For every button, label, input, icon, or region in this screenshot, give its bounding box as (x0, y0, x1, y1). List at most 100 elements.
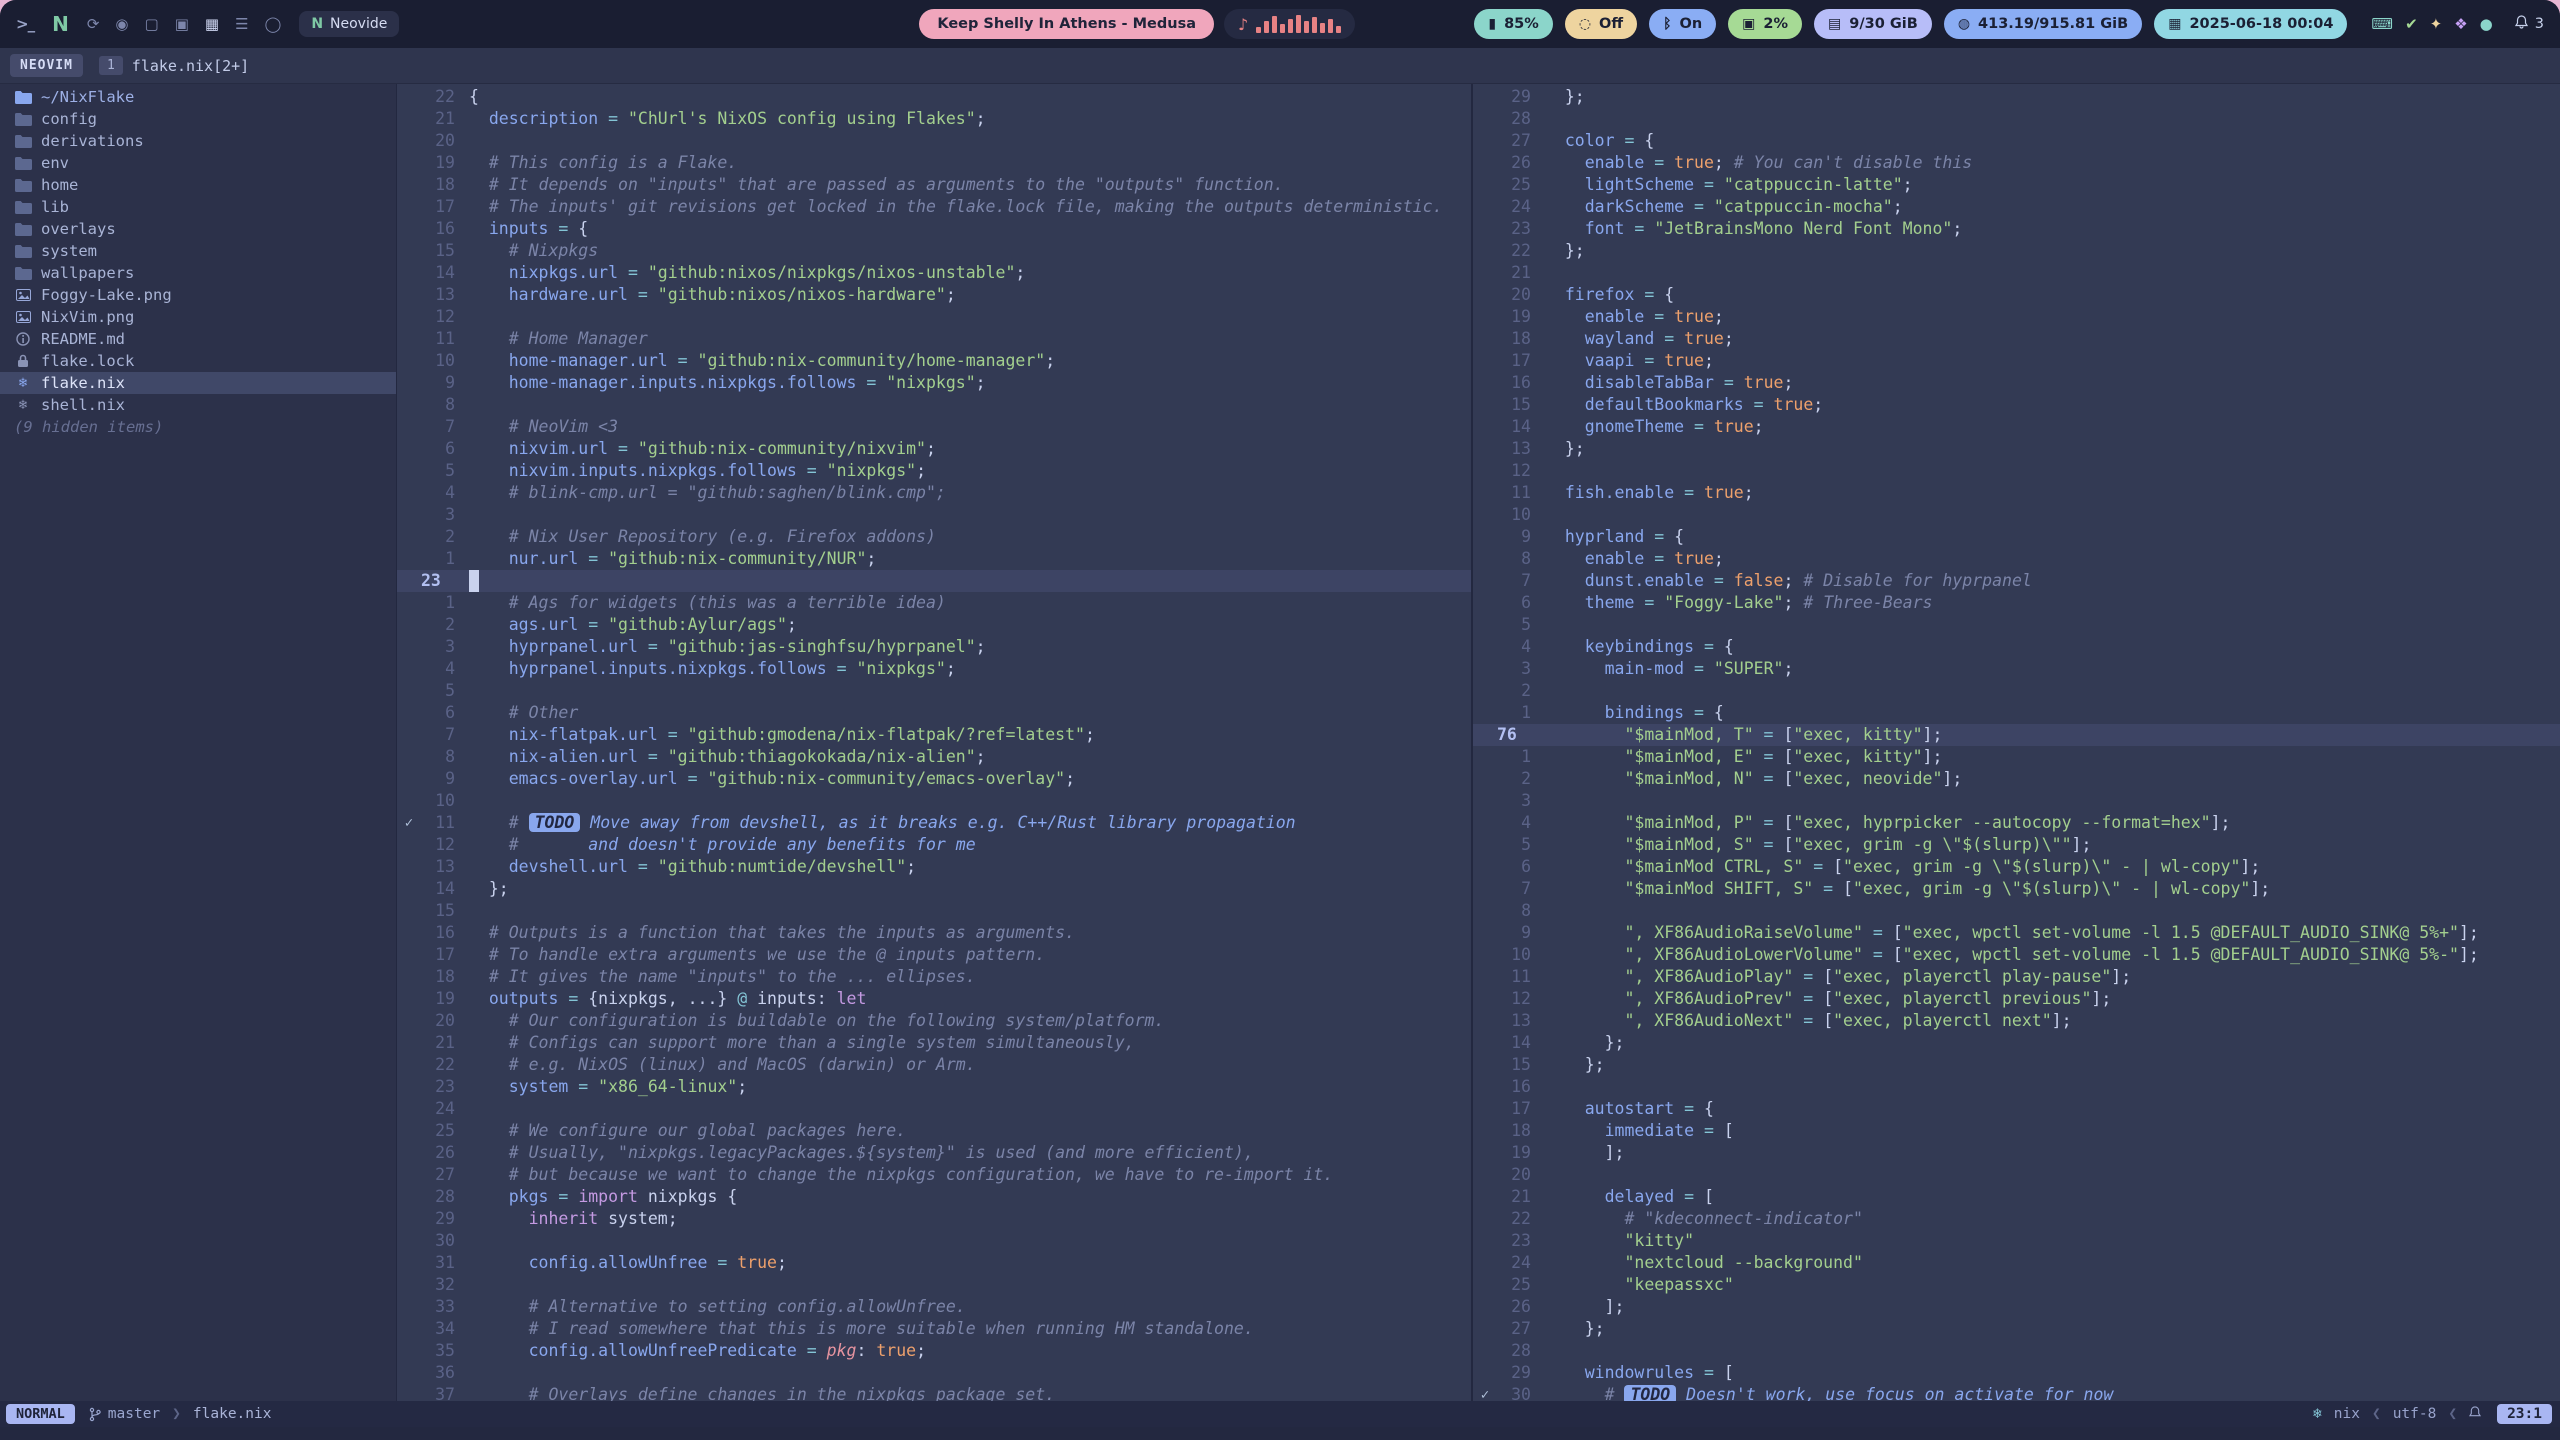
code-line[interactable]: 17 # To handle extra arguments we use th… (397, 944, 1471, 966)
code-line[interactable]: 28 pkgs = import nixpkgs { (397, 1186, 1471, 1208)
code-line[interactable]: 30 (397, 1230, 1471, 1252)
code-line[interactable]: 25 lightScheme = "catppuccin-latte"; (1473, 174, 2560, 196)
code-line[interactable]: 21 description = "ChUrl's NixOS config u… (397, 108, 1471, 130)
cpu-module[interactable]: ▣2% (1728, 9, 1802, 39)
tree-item-wallpapers[interactable]: wallpapers (0, 262, 396, 284)
tree-item-overlays[interactable]: overlays (0, 218, 396, 240)
code-line[interactable]: 34 # I read somewhere that this is more … (397, 1318, 1471, 1340)
code-line[interactable]: 2 "$mainMod, N" = ["exec, neovide"]; (1473, 768, 2560, 790)
neovide-window-button[interactable]: N Neovide (299, 11, 399, 37)
code-line[interactable]: 2 # Nix User Repository (e.g. Firefox ad… (397, 526, 1471, 548)
code-line[interactable]: 9 ", XF86AudioRaiseVolume" = ["exec, wpc… (1473, 922, 2560, 944)
workspace-icon[interactable]: ▢ (145, 15, 159, 33)
code-line[interactable]: 27 # but because we want to change the n… (397, 1164, 1471, 1186)
code-line[interactable]: 6 theme = "Foggy-Lake"; # Three-Bears (1473, 592, 2560, 614)
code-line[interactable]: 76 "$mainMod, T" = ["exec, kitty"]; (1473, 724, 2560, 746)
code-line[interactable]: 12 ", XF86AudioPrev" = ["exec, playerctl… (1473, 988, 2560, 1010)
code-line[interactable]: 7 dunst.enable = false; # Disable for hy… (1473, 570, 2560, 592)
tree-item-README.md[interactable]: README.md (0, 328, 396, 350)
code-line[interactable]: 31 config.allowUnfree = true; (397, 1252, 1471, 1274)
code-line[interactable]: 5 nixvim.inputs.nixpkgs.follows = "nixpk… (397, 460, 1471, 482)
code-line[interactable]: 12 (1473, 460, 2560, 482)
code-line[interactable]: 24 (397, 1098, 1471, 1120)
code-line[interactable]: 32 (397, 1274, 1471, 1296)
workspace-icon[interactable]: ▦ (205, 15, 219, 33)
workspace-icon[interactable]: ⟳ (87, 15, 100, 33)
code-line[interactable]: 8 nix-alien.url = "github:thiagokokada/n… (397, 746, 1471, 768)
code-line[interactable]: 20 # Our configuration is buildable on t… (397, 1010, 1471, 1032)
command-line[interactable] (0, 1427, 2560, 1440)
code-line[interactable]: 18 immediate = [ (1473, 1120, 2560, 1142)
code-line[interactable]: 29 }; (1473, 86, 2560, 108)
disk-module[interactable]: ◍413.19/915.81 GiB (1944, 9, 2142, 39)
code-line[interactable]: 14 gnomeTheme = true; (1473, 416, 2560, 438)
code-line[interactable]: 6 "$mainMod CTRL, S" = ["exec, grim -g \… (1473, 856, 2560, 878)
code-line[interactable]: 11 ", XF86AudioPlay" = ["exec, playerctl… (1473, 966, 2560, 988)
code-line[interactable]: 5 "$mainMod, S" = ["exec, grim -g \"$(sl… (1473, 834, 2560, 856)
code-line[interactable]: 1 "$mainMod, E" = ["exec, kitty"]; (1473, 746, 2560, 768)
code-line[interactable]: 19 enable = true; (1473, 306, 2560, 328)
code-line[interactable]: 17 vaapi = true; (1473, 350, 2560, 372)
code-line[interactable]: 35 config.allowUnfreePredicate = pkg: tr… (397, 1340, 1471, 1362)
code-line[interactable]: 17 # The inputs' git revisions get locke… (397, 196, 1471, 218)
clock-module[interactable]: ▦2025-06-18 00:04 (2154, 9, 2347, 39)
code-line[interactable]: 16 disableTabBar = true; (1473, 372, 2560, 394)
code-line[interactable]: 3 (397, 504, 1471, 526)
code-line[interactable]: 13 devshell.url = "github:numtide/devshe… (397, 856, 1471, 878)
code-line[interactable]: 15 defaultBookmarks = true; (1473, 394, 2560, 416)
code-line[interactable]: 2 ags.url = "github:Aylur/ags"; (397, 614, 1471, 636)
code-line[interactable]: 23 font = "JetBrainsMono Nerd Font Mono"… (1473, 218, 2560, 240)
tree-item-NixVim.png[interactable]: NixVim.png (0, 306, 396, 328)
code-line[interactable]: 4 keybindings = { (1473, 636, 2560, 658)
tab-flake-nix[interactable]: 1 flake.nix[2+] (99, 56, 249, 75)
code-line[interactable]: 4 "$mainMod, P" = ["exec, hyprpicker --a… (1473, 812, 2560, 834)
code-line[interactable]: 23 system = "x86_64-linux"; (397, 1076, 1471, 1098)
code-line[interactable]: 14 }; (1473, 1032, 2560, 1054)
code-line[interactable]: 9 home-manager.inputs.nixpkgs.follows = … (397, 372, 1471, 394)
code-line[interactable]: 6 # Other (397, 702, 1471, 724)
code-line[interactable]: 13 ", XF86AudioNext" = ["exec, playerctl… (1473, 1010, 2560, 1032)
code-line[interactable]: 20 firefox = { (1473, 284, 2560, 306)
code-line[interactable]: 26 # Usually, "nixpkgs.legacyPackages.${… (397, 1142, 1471, 1164)
code-line[interactable]: 24 "nextcloud --background" (1473, 1252, 2560, 1274)
code-line[interactable]: 25 "keepassxc" (1473, 1274, 2560, 1296)
code-line[interactable]: 15 (397, 900, 1471, 922)
tree-item-env[interactable]: env (0, 152, 396, 174)
code-line[interactable]: 18 # It gives the name "inputs" to the .… (397, 966, 1471, 988)
workspace-icon[interactable]: ◉ (115, 15, 128, 33)
code-line[interactable]: 21 (1473, 262, 2560, 284)
tree-root[interactable]: ~/NixFlake (0, 86, 396, 108)
code-line[interactable]: 8 enable = true; (1473, 548, 2560, 570)
code-line[interactable]: 18 # It depends on "inputs" that are pas… (397, 174, 1471, 196)
code-line[interactable]: 33 # Alternative to setting config.allow… (397, 1296, 1471, 1318)
code-line[interactable]: 27 }; (1473, 1318, 2560, 1340)
code-line[interactable]: 19 outputs = {nixpkgs, ...} @ inputs: le… (397, 988, 1471, 1010)
code-line[interactable]: 20 (397, 130, 1471, 152)
code-line[interactable]: 8 (1473, 900, 2560, 922)
tree-item-config[interactable]: config (0, 108, 396, 130)
code-line[interactable]: 29 windowrules = [ (1473, 1362, 2560, 1384)
workspace-icon[interactable]: ☰ (235, 15, 248, 33)
code-line[interactable]: 28 (1473, 1340, 2560, 1362)
code-line[interactable]: 23 (397, 570, 1471, 592)
code-line[interactable]: 20 (1473, 1164, 2560, 1186)
code-line[interactable]: 10 home-manager.url = "github:nix-commun… (397, 350, 1471, 372)
battery-module[interactable]: ▮85% (1474, 9, 1552, 39)
code-line[interactable]: 7 nix-flatpak.url = "github:gmodena/nix-… (397, 724, 1471, 746)
tree-item-shell.nix[interactable]: ❄shell.nix (0, 394, 396, 416)
code-line[interactable]: 28 (1473, 108, 2560, 130)
notifications-module[interactable]: 3 (2515, 15, 2544, 33)
workspace-icon[interactable]: ◯ (265, 15, 282, 33)
code-line[interactable]: 13 }; (1473, 438, 2560, 460)
tree-item-derivations[interactable]: derivations (0, 130, 396, 152)
code-line[interactable]: 10 (1473, 504, 2560, 526)
code-line[interactable]: 29 inherit system; (397, 1208, 1471, 1230)
code-line[interactable]: ✓30 # TODO Doesn't work, use focus_on_ac… (1473, 1384, 2560, 1401)
code-line[interactable]: 5 (397, 680, 1471, 702)
keyboard-icon[interactable]: ⌨ (2371, 15, 2393, 33)
check-circle-icon[interactable]: ✔ (2405, 15, 2418, 33)
code-line[interactable]: 22 }; (1473, 240, 2560, 262)
code-line[interactable]: 12 # and doesn't provide any benefits fo… (397, 834, 1471, 856)
shield-icon[interactable]: ✦ (2430, 15, 2443, 33)
code-line[interactable]: 22 # e.g. NixOS (linux) and MacOS (darwi… (397, 1054, 1471, 1076)
